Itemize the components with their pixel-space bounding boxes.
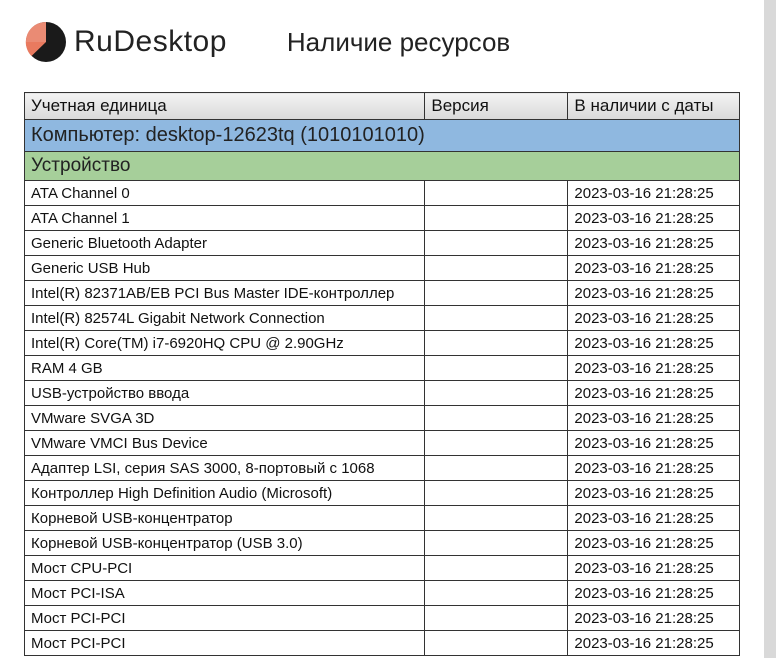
cell-name: Мост PCI-ISA: [25, 581, 425, 606]
table-row: Generic Bluetooth Adapter 2023-03-16 21:2…: [25, 231, 740, 256]
cell-name: Intel(R) 82371AB/EB PCI Bus Master IDE-к…: [25, 281, 425, 306]
col-unit: Учетная единица: [25, 93, 425, 120]
table-row: RAM 4 GB 2023-03-16 21:28:25: [25, 356, 740, 381]
cell-date: 2023-03-16 21:28:25: [568, 531, 740, 556]
cell-date: 2023-03-16 21:28:25: [568, 256, 740, 281]
cell-version: [425, 581, 568, 606]
table-header-row: Учетная единица Версия В наличии с даты: [25, 93, 740, 120]
cell-date: 2023-03-16 21:28:25: [568, 206, 740, 231]
table-row: Адаптер LSI, серия SAS 3000, 8-портовый …: [25, 456, 740, 481]
cell-date: 2023-03-16 21:28:25: [568, 431, 740, 456]
cell-version: [425, 181, 568, 206]
cell-date: 2023-03-16 21:28:25: [568, 556, 740, 581]
table-row: Мост PCI-PCI 2023-03-16 21:28:25: [25, 631, 740, 656]
cell-date: 2023-03-16 21:28:25: [568, 231, 740, 256]
cell-name: USB-устройство ввода: [25, 381, 425, 406]
cell-version: [425, 531, 568, 556]
cell-name: Мост PCI-PCI: [25, 631, 425, 656]
cell-name: ATA Channel 0: [25, 181, 425, 206]
cell-date: 2023-03-16 21:28:25: [568, 631, 740, 656]
cell-name: Мост PCI-PCI: [25, 606, 425, 631]
cell-date: 2023-03-16 21:28:25: [568, 306, 740, 331]
cell-name: Generic USB Hub: [25, 256, 425, 281]
cell-date: 2023-03-16 21:28:25: [568, 406, 740, 431]
cell-name: VMware SVGA 3D: [25, 406, 425, 431]
cell-date: 2023-03-16 21:28:25: [568, 381, 740, 406]
cell-name: Intel(R) Core(TM) i7-6920HQ CPU @ 2.90GH…: [25, 331, 425, 356]
logo-text: RuDesktop: [74, 25, 227, 59]
section-row: Устройство: [25, 152, 740, 181]
cell-name: Intel(R) 82574L Gigabit Network Connecti…: [25, 306, 425, 331]
document-page: RuDesktop Наличие ресурсов Учетная едини…: [0, 0, 764, 658]
table-row: Intel(R) 82574L Gigabit Network Connecti…: [25, 306, 740, 331]
cell-name: Корневой USB-концентратор: [25, 506, 425, 531]
cell-version: [425, 481, 568, 506]
table-row: Мост PCI-ISA 2023-03-16 21:28:25: [25, 581, 740, 606]
cell-version: [425, 606, 568, 631]
cell-version: [425, 231, 568, 256]
cell-version: [425, 331, 568, 356]
table-row: Корневой USB-концентратор (USB 3.0) 2023-…: [25, 531, 740, 556]
table-row: USB-устройство ввода 2023-03-16 21:28:25: [25, 381, 740, 406]
table-row: Intel(R) Core(TM) i7-6920HQ CPU @ 2.90GH…: [25, 331, 740, 356]
col-since: В наличии с даты: [568, 93, 740, 120]
cell-version: [425, 631, 568, 656]
cell-date: 2023-03-16 21:28:25: [568, 481, 740, 506]
cell-date: 2023-03-16 21:28:25: [568, 356, 740, 381]
rudesktop-logo-icon: [24, 20, 68, 64]
cell-version: [425, 406, 568, 431]
cell-version: [425, 356, 568, 381]
cell-version: [425, 381, 568, 406]
table-row: Мост PCI-PCI 2023-03-16 21:28:25: [25, 606, 740, 631]
computer-label: Компьютер: desktop-12623tq (1010101010): [25, 120, 740, 152]
cell-name: ATA Channel 1: [25, 206, 425, 231]
cell-version: [425, 256, 568, 281]
cell-date: 2023-03-16 21:28:25: [568, 506, 740, 531]
cell-name: VMware VMCI Bus Device: [25, 431, 425, 456]
cell-version: [425, 206, 568, 231]
table-row: Intel(R) 82371AB/EB PCI Bus Master IDE-к…: [25, 281, 740, 306]
table-row: Контроллер High Definition Audio (Micros…: [25, 481, 740, 506]
cell-version: [425, 456, 568, 481]
cell-name: RAM 4 GB: [25, 356, 425, 381]
table-row: Generic USB Hub 2023-03-16 21:28:25: [25, 256, 740, 281]
cell-date: 2023-03-16 21:28:25: [568, 331, 740, 356]
cell-name: Корневой USB-концентратор (USB 3.0): [25, 531, 425, 556]
table-row: ATA Channel 0 2023-03-16 21:28:25: [25, 181, 740, 206]
cell-date: 2023-03-16 21:28:25: [568, 456, 740, 481]
logo: RuDesktop: [24, 20, 227, 64]
table-row: ATA Channel 1 2023-03-16 21:28:25: [25, 206, 740, 231]
table-row: VMware SVGA 3D 2023-03-16 21:28:25: [25, 406, 740, 431]
table-row: Мост CPU-PCI 2023-03-16 21:28:25: [25, 556, 740, 581]
resources-table: Учетная единица Версия В наличии с даты …: [24, 92, 740, 656]
cell-name: Generic Bluetooth Adapter: [25, 231, 425, 256]
table-row: VMware VMCI Bus Device 2023-03-16 21:28:2…: [25, 431, 740, 456]
cell-date: 2023-03-16 21:28:25: [568, 281, 740, 306]
cell-version: [425, 306, 568, 331]
cell-version: [425, 281, 568, 306]
cell-date: 2023-03-16 21:28:25: [568, 181, 740, 206]
table-row: Корневой USB-концентратор 2023-03-16 21:2…: [25, 506, 740, 531]
computer-row: Компьютер: desktop-12623tq (1010101010): [25, 120, 740, 152]
cell-date: 2023-03-16 21:28:25: [568, 606, 740, 631]
col-version: Версия: [425, 93, 568, 120]
cell-name: Адаптер LSI, серия SAS 3000, 8-портовый …: [25, 456, 425, 481]
cell-version: [425, 506, 568, 531]
cell-date: 2023-03-16 21:28:25: [568, 581, 740, 606]
page-title: Наличие ресурсов: [287, 27, 510, 58]
cell-version: [425, 556, 568, 581]
cell-version: [425, 431, 568, 456]
cell-name: Контроллер High Definition Audio (Micros…: [25, 481, 425, 506]
cell-name: Мост CPU-PCI: [25, 556, 425, 581]
header: RuDesktop Наличие ресурсов: [24, 20, 740, 64]
section-label: Устройство: [25, 152, 740, 181]
